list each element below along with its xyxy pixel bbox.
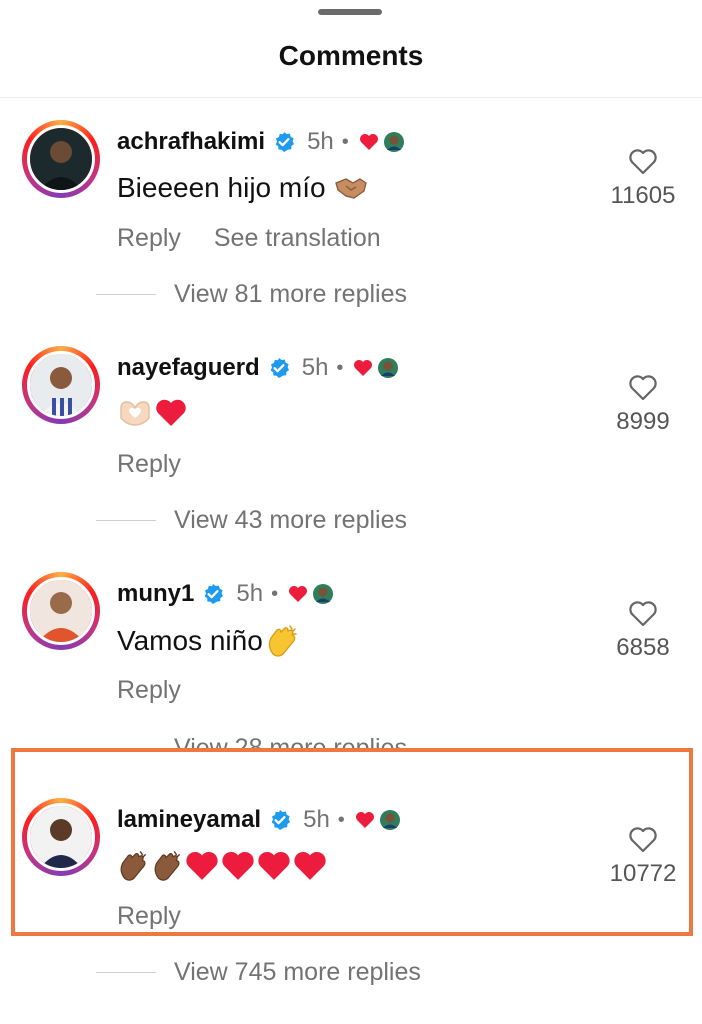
comment-time: 5h: [307, 128, 334, 155]
verified-badge-icon: [268, 357, 290, 379]
comment-time: 5h: [301, 354, 329, 381]
avatar-story-ring[interactable]: [22, 120, 100, 198]
avatar: [27, 125, 95, 193]
creator-liked-heart-icon: [353, 359, 373, 377]
clapping-hands-dark-emoji-icon: [117, 850, 149, 882]
heart-outline-icon[interactable]: [628, 826, 658, 854]
comment-username[interactable]: lamineyamal: [117, 806, 261, 834]
comment-time: 5h: [303, 806, 330, 833]
creator-avatar-icon: [379, 809, 401, 831]
avatar-story-ring[interactable]: [22, 798, 100, 876]
like-count: 11605: [610, 182, 676, 209]
clapping-hands-emoji-icon: [265, 624, 299, 658]
heart-hands-emoji-icon: [117, 398, 153, 428]
separator-dot: •: [336, 356, 344, 379]
reply-button[interactable]: Reply: [117, 676, 181, 704]
header-divider: [0, 97, 702, 98]
heart-outline-icon[interactable]: [628, 374, 658, 402]
verified-badge-icon: [269, 809, 291, 831]
drag-handle[interactable]: [318, 9, 382, 15]
avatar: [27, 803, 95, 871]
comment-text: Vamos niño: [117, 624, 301, 658]
avatar-story-ring[interactable]: [22, 572, 100, 650]
reply-button[interactable]: Reply: [117, 902, 181, 930]
comment-item: lamineyamal 5h • Reply 10772 View 745 mo…: [0, 798, 702, 998]
view-more-replies-label[interactable]: View 745 more replies: [174, 958, 421, 987]
like-button[interactable]: 8999: [598, 374, 688, 436]
view-more-replies[interactable]: View 745 more replies: [96, 958, 421, 987]
comment-text: [117, 398, 189, 428]
see-translation-button[interactable]: See translation: [214, 224, 381, 252]
like-count: 10772: [609, 860, 677, 887]
view-more-replies[interactable]: View 81 more replies: [96, 280, 407, 309]
comment-item: muny1 5h • Vamos niño Reply 6858 View 28…: [0, 572, 702, 772]
handshake-emoji-icon: [334, 175, 368, 201]
red-heart-emoji-icon: [155, 398, 187, 428]
like-count: 8999: [616, 408, 670, 435]
creator-avatar-icon: [312, 583, 334, 605]
comment-username[interactable]: muny1: [117, 580, 194, 608]
heart-outline-icon[interactable]: [628, 600, 658, 628]
view-more-replies[interactable]: View 43 more replies: [96, 506, 407, 535]
heart-outline-icon[interactable]: [628, 148, 658, 176]
replies-line: [96, 294, 156, 295]
replies-line: [96, 972, 156, 973]
comment-text-content: Vamos niño: [117, 625, 263, 656]
view-more-replies-label[interactable]: View 43 more replies: [174, 506, 407, 535]
verified-badge-icon: [273, 131, 295, 153]
comment-text: [117, 850, 329, 882]
like-button[interactable]: 10772: [598, 826, 688, 888]
comment-text: Bieeeen hijo mío: [117, 172, 370, 204]
like-count: 6858: [616, 634, 670, 661]
comment-time: 5h: [236, 580, 264, 607]
replies-line: [96, 520, 156, 521]
red-heart-emoji-icon: [257, 850, 291, 882]
reply-button[interactable]: Reply: [117, 450, 181, 478]
view-more-replies[interactable]: View 28 more replies: [96, 734, 407, 748]
creator-avatar-icon: [383, 131, 405, 153]
clapping-hands-dark-emoji-icon: [151, 850, 183, 882]
comment-username[interactable]: nayefaguerd: [117, 354, 260, 382]
separator-dot: •: [337, 808, 345, 831]
view-more-replies-label[interactable]: View 81 more replies: [174, 280, 407, 309]
comment-item: nayefaguerd 5h • Reply 8999 View 43 more…: [0, 346, 702, 546]
like-button[interactable]: 11605: [598, 148, 688, 210]
avatar-story-ring[interactable]: [22, 346, 100, 424]
reply-button[interactable]: Reply: [117, 224, 181, 252]
comment-text-content: Bieeeen hijo mío: [117, 172, 326, 203]
avatar: [27, 577, 95, 645]
avatar: [27, 351, 95, 419]
creator-avatar-icon: [377, 357, 399, 379]
comment-username[interactable]: achrafhakimi: [117, 128, 265, 156]
like-button[interactable]: 6858: [598, 600, 688, 662]
red-heart-emoji-icon: [221, 850, 255, 882]
comment-item: achrafhakimi 5h • Bieeeen hijo mío Reply…: [0, 120, 702, 320]
red-heart-emoji-icon: [293, 850, 327, 882]
creator-liked-heart-icon: [355, 811, 375, 829]
separator-dot: •: [341, 130, 349, 153]
separator-dot: •: [271, 582, 279, 605]
creator-liked-heart-icon: [288, 585, 308, 603]
creator-liked-heart-icon: [359, 133, 379, 151]
verified-badge-icon: [202, 583, 224, 605]
sheet-title: Comments: [278, 40, 424, 71]
red-heart-emoji-icon: [185, 850, 219, 882]
view-more-replies-label[interactable]: View 28 more replies: [174, 734, 407, 748]
